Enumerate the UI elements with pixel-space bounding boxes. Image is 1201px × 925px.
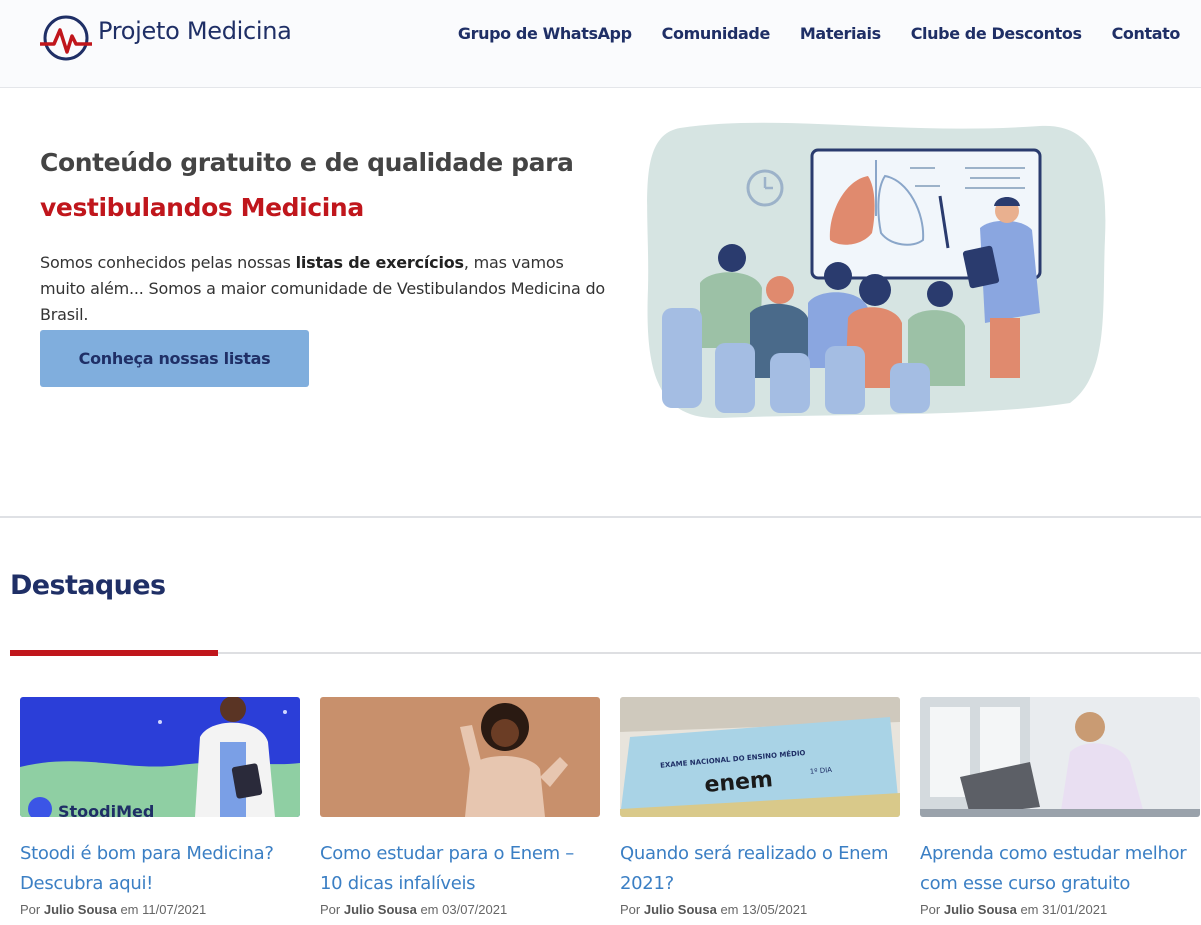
post-author: Julio Sousa [943,902,1017,917]
post-date: 11/07/2021 [142,902,207,917]
post-meta: Por Julio Sousa em 11/07/2021 [20,902,207,917]
heartbeat-logo-icon [40,15,92,61]
post-title[interactable]: Aprenda como estudar melhor com esse cur… [920,839,1200,899]
hero-description: Somos conhecidos pelas nossas listas de … [40,253,606,324]
nav-contato[interactable]: Contato [1112,22,1181,46]
post-card: Aprenda como estudar melhor com esse cur… [920,697,1200,919]
site-header: Projeto Medicina Grupo de WhatsApp Comun… [0,0,1201,88]
post-title[interactable]: Quando será realizado o Enem 2021? [620,839,900,899]
post-meta: Por Julio Sousa em 31/01/2021 [920,902,1108,917]
nav-whatsapp-group[interactable]: Grupo de WhatsApp [458,22,632,46]
destaques-title: Destaques [10,570,166,601]
post-meta: Por Julio Sousa em 03/07/2021 [320,902,508,917]
post-title[interactable]: Como estudar para o Enem – 10 dicas infa… [320,839,600,899]
post-card: Como estudar para o Enem – 10 dicas infa… [320,697,600,919]
post-thumbnail-stoodi[interactable]: StoodiMed [20,697,300,817]
post-thumbnail-enem-tips[interactable] [320,697,600,817]
post-card: StoodiMed Stoodi é bom para Medicina? De… [20,697,300,919]
post-card: EXAME NACIONAL DO ENSINO MÉDIO enem 1º D… [620,697,900,919]
post-thumbnail-free-course[interactable] [920,697,1200,817]
nav-clube-descontos[interactable]: Clube de Descontos [911,22,1082,46]
destaques-underline-accent [10,650,218,656]
post-date: 31/01/2021 [1042,902,1108,917]
logo[interactable]: Projeto Medicina [40,14,292,62]
post-thumbnail-enem-2021[interactable]: EXAME NACIONAL DO ENSINO MÉDIO enem 1º D… [620,697,900,817]
post-date: 13/05/2021 [742,902,808,917]
brand-name: Projeto Medicina [98,17,292,45]
hero-accent: vestibulandos Medicina [40,193,364,222]
post-author: Julio Sousa [343,902,417,917]
nav-comunidade[interactable]: Comunidade [662,22,771,46]
cta-lists-button[interactable]: Conheça nossas listas [40,330,309,387]
hero-title: Conteúdo gratuito e de qualidade para [40,148,574,177]
section-divider [0,516,1201,518]
main-nav: Grupo de WhatsApp Comunidade Materiais C… [428,22,1181,46]
post-author: Julio Sousa [643,902,717,917]
post-date: 03/07/2021 [442,902,508,917]
classroom-illustration [647,122,1106,419]
post-meta: Por Julio Sousa em 13/05/2021 [620,902,808,917]
svg-text:StoodiMed: StoodiMed [58,802,154,817]
post-title[interactable]: Stoodi é bom para Medicina? Descubra aqu… [20,839,300,899]
post-author: Julio Sousa [43,902,117,917]
nav-materiais[interactable]: Materiais [800,22,881,46]
